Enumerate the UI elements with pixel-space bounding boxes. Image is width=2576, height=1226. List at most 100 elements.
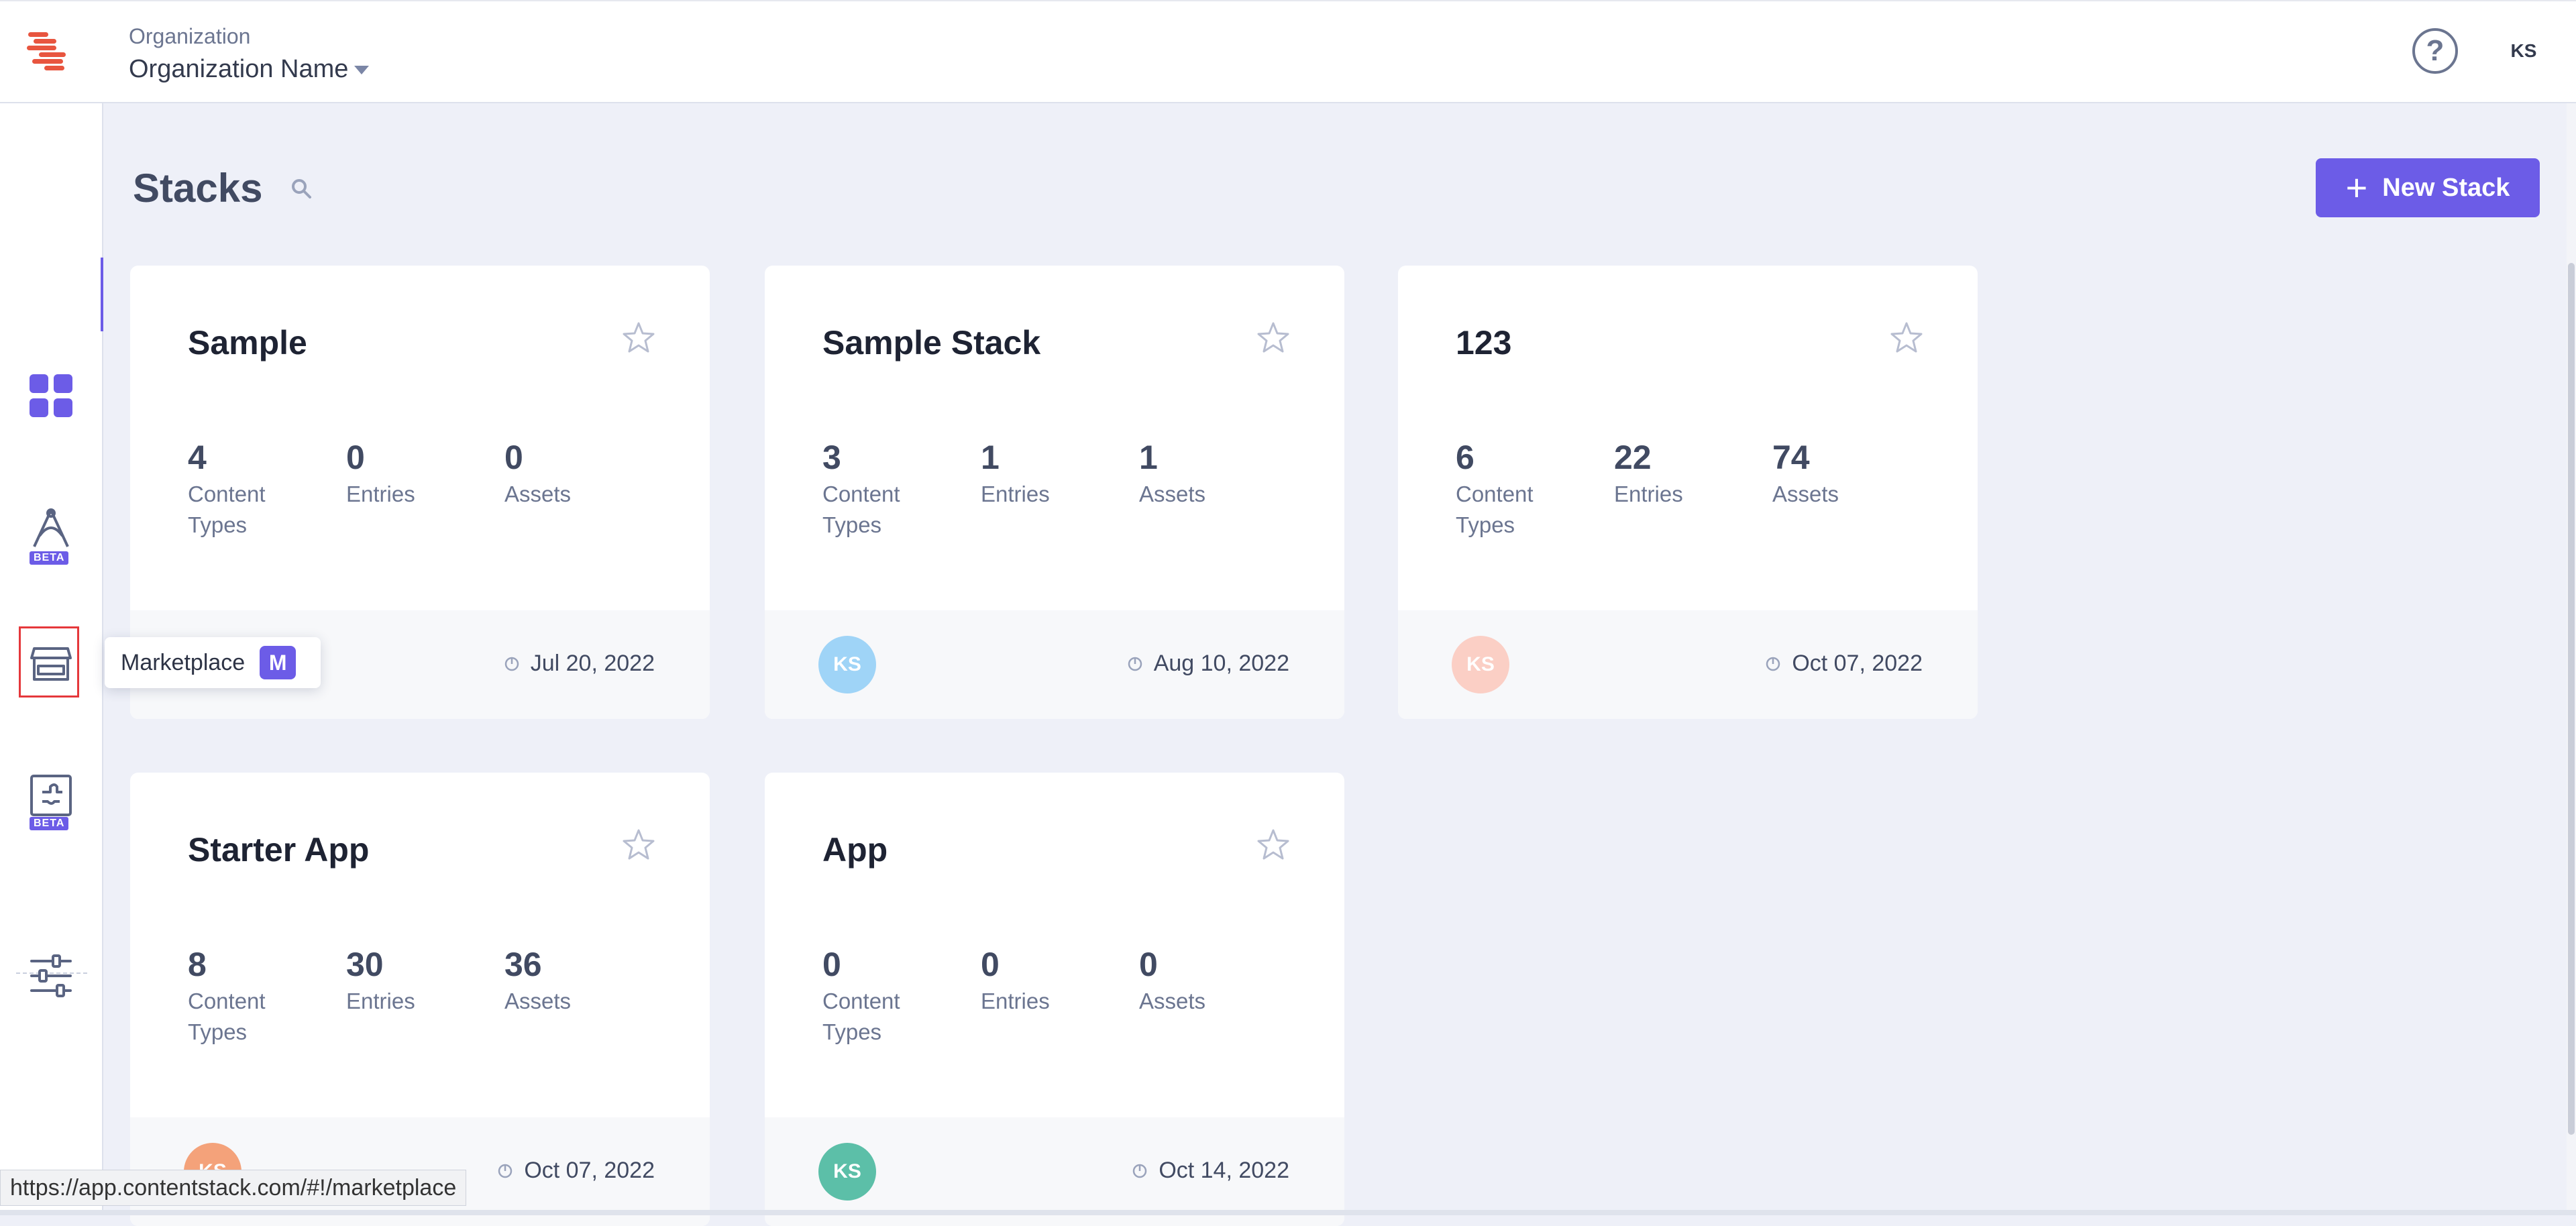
scrollbar-thumb[interactable] [2568,263,2575,1135]
last-modified: Oct 07, 2022 [497,1158,655,1184]
puzzle-icon [30,775,72,816]
stack-name: Starter App [188,831,370,869]
date-text: Aug 10, 2022 [1153,651,1289,676]
shortcut-key-badge: M [260,646,297,679]
date-text: Oct 14, 2022 [1159,1158,1289,1183]
active-nav-indicator [101,258,103,331]
assets-count: 36 [504,946,542,983]
stack-name: Sample Stack [822,324,1041,361]
card-footer: KS Aug 10, 2022 [765,610,1344,719]
page-title: Stacks [133,166,263,211]
stat-label: Content [188,482,266,506]
content-types-count: 8 [188,946,207,983]
search-icon[interactable] [288,176,315,203]
sidebar-item-extensions[interactable]: BETA [16,767,86,837]
stat-label: Content [822,989,900,1013]
stat-label: Types [1456,512,1515,537]
marketplace-tooltip: Marketplace M [105,637,321,688]
beta-badge: BETA [30,817,69,830]
clock-icon [1766,657,1780,671]
star-icon[interactable] [620,826,657,864]
date-text: Jul 20, 2022 [530,651,655,676]
stat-label: Entries [346,482,415,506]
content-types-count: 3 [822,439,841,476]
help-icon[interactable]: ? [2412,28,2458,74]
owner-avatar: KS [818,636,876,693]
last-modified: Jul 20, 2022 [504,651,655,677]
stat-assets: 0 Assets [504,439,652,510]
stat-label: Entries [981,482,1050,506]
user-avatar[interactable]: KS [2498,25,2549,76]
stat-content-types: 3 Content Types [822,439,970,541]
stat-label: Content [822,482,900,506]
stat-assets: 0 Assets [1139,946,1287,1017]
stack-name: Sample [188,324,307,361]
stat-label: Assets [1139,482,1206,506]
new-stack-button[interactable]: + New Stack [2316,158,2540,217]
last-modified: Oct 14, 2022 [1132,1158,1289,1184]
stack-card[interactable]: 123 6 Content Types 22 Entries 74 Assets … [1398,266,1978,719]
stat-label: Types [822,1019,882,1044]
entries-count: 1 [981,439,1000,476]
stack-card[interactable]: Sample Stack 3 Content Types 1 Entries 1 … [765,266,1344,719]
star-icon[interactable] [1254,319,1292,357]
entries-count: 0 [981,946,1000,983]
organization-label: Organization [129,24,251,48]
new-stack-label: New Stack [2382,173,2510,202]
marketplace-highlight-box [19,626,79,698]
entries-count: 30 [346,946,384,983]
date-text: Oct 07, 2022 [524,1158,655,1183]
stat-label: Types [188,512,248,537]
stat-label: Content [1456,482,1534,506]
last-modified: Aug 10, 2022 [1127,651,1289,677]
contentstack-logo-icon[interactable] [24,28,75,72]
stat-assets: 74 Assets [1772,439,1920,510]
sidebar-item-settings[interactable] [16,942,86,1011]
clock-icon [1128,657,1142,671]
sidebar-item-dashboard[interactable] [16,361,86,431]
stat-content-types: 6 Content Types [1456,439,1603,541]
stat-label: Assets [504,482,572,506]
stat-label: Entries [1614,482,1683,506]
stat-entries: 1 Entries [981,439,1128,510]
stat-entries: 22 Entries [1614,439,1762,510]
owner-avatar: KS [818,1143,876,1201]
link-preview-status: https://app.contentstack.com/#!/marketpl… [0,1170,467,1206]
assets-count: 1 [1139,439,1158,476]
star-icon[interactable] [1888,319,1925,357]
stat-label: Entries [981,989,1050,1013]
stack-card[interactable]: App 0 Content Types 0 Entries 0 Assets KS… [765,773,1344,1226]
star-icon[interactable] [1254,826,1292,864]
stat-entries: 0 Entries [346,439,494,510]
assets-count: 0 [1139,946,1158,983]
clock-icon [1133,1164,1147,1178]
stat-content-types: 8 Content Types [188,946,335,1048]
card-footer: KS Oct 07, 2022 [1398,610,1978,719]
sliders-icon [30,954,72,997]
assets-count: 74 [1772,439,1810,476]
stack-name: App [822,831,888,869]
clock-icon [498,1164,513,1178]
last-modified: Oct 07, 2022 [1765,651,1923,677]
chevron-down-icon[interactable] [354,66,369,74]
plus-icon: + [2345,166,2368,209]
automate-icon [33,508,69,547]
stat-label: Types [822,512,882,537]
stack-card[interactable]: Starter App 8 Content Types 30 Entries 36… [130,773,710,1226]
stat-assets: 36 Assets [504,946,652,1017]
stat-label: Assets [1139,989,1206,1013]
stat-label: Assets [504,989,572,1013]
grid-icon [30,374,72,417]
content-types-count: 0 [822,946,841,983]
star-icon[interactable] [620,319,657,357]
stat-content-types: 0 Content Types [822,946,970,1048]
stat-label: Content [188,989,266,1013]
stat-entries: 30 Entries [346,946,494,1017]
stat-label: Assets [1772,482,1839,506]
stat-label: Types [188,1019,248,1044]
organization-switcher[interactable]: Organization Name [129,55,348,84]
stat-content-types: 4 Content Types [188,439,335,541]
sidebar-item-automate[interactable]: BETA [16,502,86,571]
stat-assets: 1 Assets [1139,439,1287,510]
clock-icon [504,657,519,671]
